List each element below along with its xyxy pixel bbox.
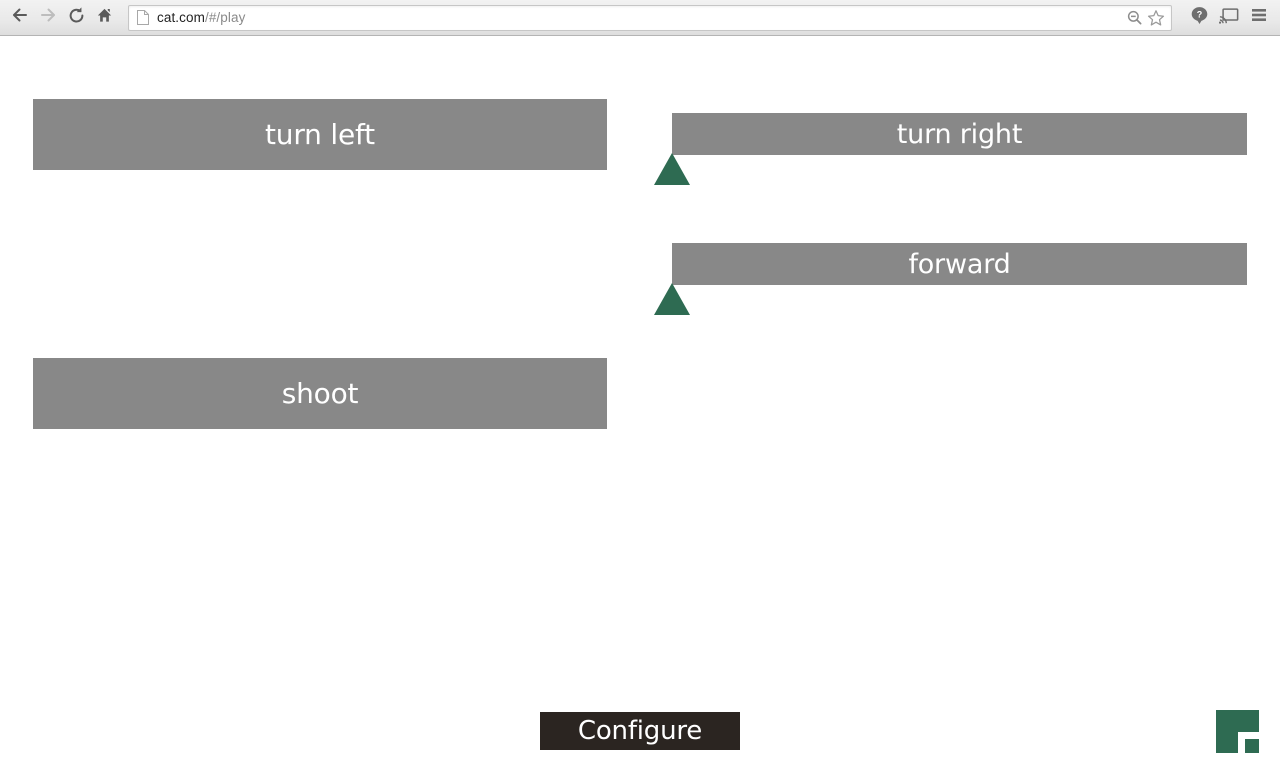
url-path: /#/play [204, 10, 246, 25]
forward-button[interactable] [34, 4, 62, 32]
back-button[interactable] [6, 4, 34, 32]
forward-arrow-icon [39, 6, 57, 29]
reload-button[interactable] [62, 4, 90, 32]
command-label: turn right [896, 118, 1023, 150]
page-content: turn left shoot turn right forward Confi… [0, 36, 1280, 764]
cast-icon [1218, 6, 1239, 29]
url-host: cat.com [157, 10, 205, 25]
address-bar[interactable]: cat.com/#/play [128, 4, 1172, 31]
home-button[interactable] [90, 4, 118, 32]
configure-label: Configure [577, 716, 703, 746]
command-button-forward[interactable]: forward [672, 243, 1247, 285]
cast-button[interactable] [1214, 4, 1244, 32]
add-button[interactable] [1216, 710, 1264, 758]
url-text: cat.com/#/play [157, 10, 1123, 25]
home-icon [95, 6, 114, 30]
svg-text:?: ? [1196, 9, 1202, 19]
command-label: forward [908, 248, 1011, 280]
command-button-turn-right[interactable]: turn right [672, 113, 1247, 155]
command-label: turn left [265, 117, 375, 151]
command-button-turn-left[interactable]: turn left [33, 99, 607, 170]
help-button[interactable]: ? [1184, 4, 1214, 32]
back-arrow-icon [11, 6, 29, 29]
configure-button[interactable]: Configure [540, 712, 740, 750]
hamburger-menu-icon [1250, 7, 1268, 28]
zoom-out-icon[interactable] [1123, 7, 1145, 29]
browser-toolbar: cat.com/#/play ? [0, 0, 1280, 36]
command-button-shoot[interactable]: shoot [33, 358, 607, 429]
star-bookmark-icon[interactable] [1145, 7, 1167, 29]
reload-icon [67, 6, 86, 30]
command-label: shoot [281, 376, 359, 410]
chrome-right-icons: ? [1178, 4, 1280, 32]
drop-marker-forward [654, 283, 690, 315]
page-document-icon [137, 10, 149, 25]
help-question-icon: ? [1190, 6, 1209, 30]
drop-marker-turn-right [654, 153, 690, 185]
menu-button[interactable] [1244, 4, 1274, 32]
